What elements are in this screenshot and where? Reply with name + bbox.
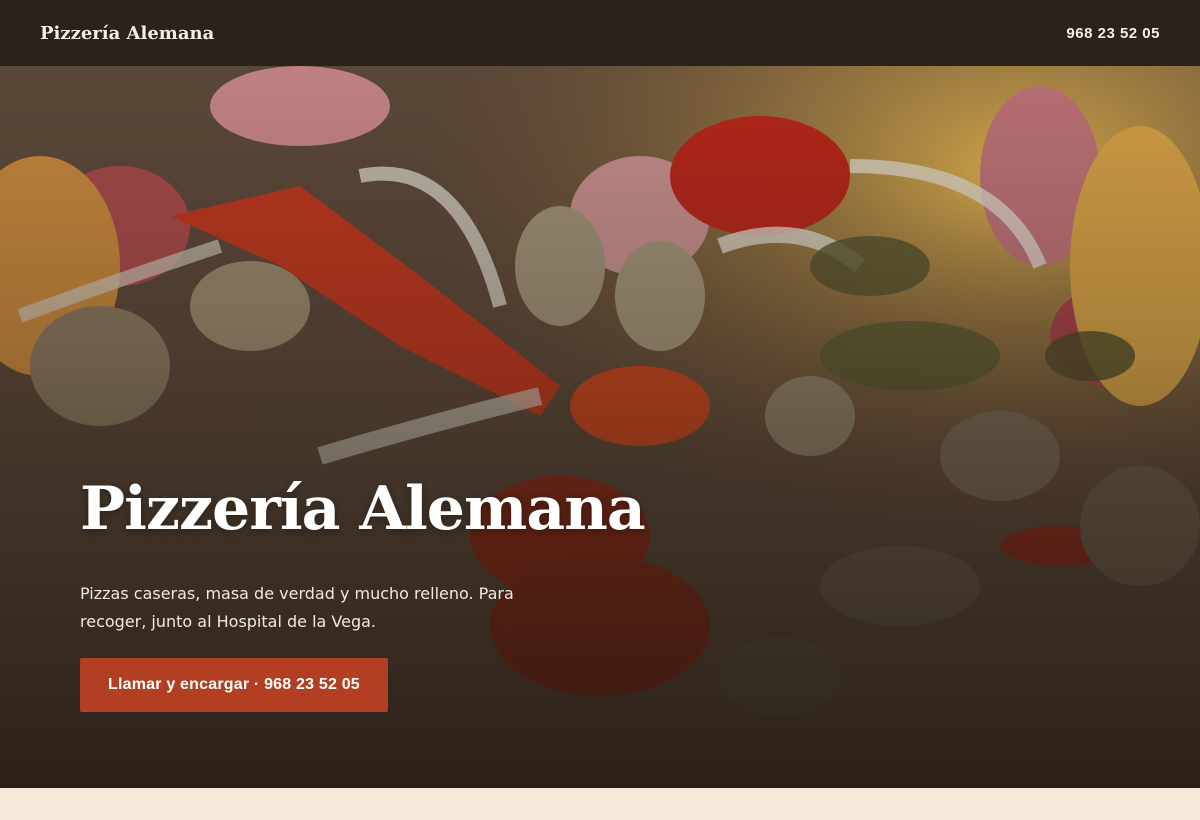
header-phone-link[interactable]: 968 23 52 05 <box>1066 25 1160 42</box>
hero-content: Pizzería Alemana Pizzas caseras, masa de… <box>80 476 780 712</box>
next-section-edge <box>0 788 1200 820</box>
brand-logo-link[interactable]: Pizzería Alemana <box>40 23 214 44</box>
call-to-order-button[interactable]: Llamar y encargar · 968 23 52 05 <box>80 658 388 712</box>
top-navigation-bar: Pizzería Alemana 968 23 52 05 <box>0 0 1200 66</box>
hero-section: Pizzería Alemana Pizzas caseras, masa de… <box>0 66 1200 788</box>
hero-title: Pizzería Alemana <box>80 474 646 544</box>
hero-subtitle: Pizzas caseras, masa de verdad y mucho r… <box>80 584 514 631</box>
